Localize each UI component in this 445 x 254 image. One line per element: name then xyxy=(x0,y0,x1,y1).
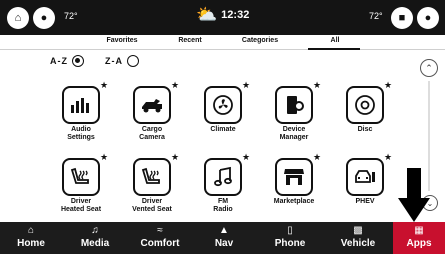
sort-az-label: A-Z xyxy=(50,56,68,66)
app-label: Cargo Camera xyxy=(139,126,165,141)
app-label: Audio Settings xyxy=(67,126,95,141)
nav-comfort[interactable]: ≈ Comfort xyxy=(128,222,192,254)
favorite-star-icon[interactable]: ★ xyxy=(313,80,321,91)
nav-apps[interactable]: ▦ Apps xyxy=(393,222,445,254)
sort-za-label: Z-A xyxy=(105,56,123,66)
nav-label: Apps xyxy=(406,238,432,249)
phone-icon: ▯ xyxy=(287,225,293,236)
app-label: Driver Heated Seat xyxy=(60,198,102,213)
favorite-star-icon[interactable]: ★ xyxy=(100,80,108,91)
apps-grid-icon: ▦ xyxy=(414,225,424,236)
music-note-icon xyxy=(204,158,242,196)
nav-label: Home xyxy=(17,238,45,249)
nav-label: Phone xyxy=(274,238,306,249)
tab-favorites[interactable]: Favorites xyxy=(97,37,147,44)
app-label: Device Manager xyxy=(279,126,309,141)
right-temperature[interactable]: 72° xyxy=(369,11,383,21)
home-icon[interactable]: ⌂ xyxy=(7,7,29,29)
app-label: Marketplace xyxy=(273,198,315,205)
device-manager-icon xyxy=(275,86,313,124)
app-label: PHEV xyxy=(355,198,375,205)
nav-label: Nav xyxy=(214,238,234,249)
nav-label: Vehicle xyxy=(340,238,376,249)
tab-categories[interactable]: Categories xyxy=(235,37,285,44)
nav-nav[interactable]: ▲ Nav xyxy=(194,222,254,254)
clock: ⛅ 12:32 xyxy=(196,6,249,23)
storefront-icon xyxy=(275,158,313,196)
tab-all[interactable]: All xyxy=(320,37,350,44)
sort-az-option[interactable]: A-Z xyxy=(50,55,84,67)
left-temperature[interactable]: 72° xyxy=(64,11,78,21)
camera-icon[interactable]: ■ xyxy=(391,7,413,29)
apps-panel: Favorites Recent Categories All A-Z Z-A … xyxy=(0,35,445,222)
app-label: Driver Vented Seat xyxy=(132,198,172,213)
sort-az-radio[interactable] xyxy=(72,55,84,67)
fan-icon xyxy=(204,86,242,124)
favorite-star-icon[interactable]: ★ xyxy=(313,152,321,163)
disc-icon xyxy=(346,86,384,124)
vehicle-icon: ▩ xyxy=(353,225,363,236)
sort-za-option[interactable]: Z-A xyxy=(105,55,139,67)
nav-vehicle[interactable]: ▩ Vehicle xyxy=(326,222,390,254)
nav-phone[interactable]: ▯ Phone xyxy=(260,222,320,254)
active-tab-indicator xyxy=(308,48,360,50)
music-note-icon: ♫ xyxy=(91,225,99,236)
app-label: Climate xyxy=(210,126,236,133)
favorite-star-icon[interactable]: ★ xyxy=(100,152,108,163)
app-label: Disc xyxy=(357,126,373,133)
phev-icon xyxy=(346,158,384,196)
nav-label: Comfort xyxy=(140,238,180,249)
favorite-star-icon[interactable]: ★ xyxy=(242,80,250,91)
equalizer-icon xyxy=(62,86,100,124)
passenger-seat-icon[interactable]: ● xyxy=(417,7,439,29)
clock-time: 12:32 xyxy=(221,8,250,21)
tab-bar: Favorites Recent Categories All xyxy=(0,35,445,50)
home-icon: ⌂ xyxy=(27,225,35,236)
favorite-star-icon[interactable]: ★ xyxy=(171,152,179,163)
partly-sunny-icon: ⛅ xyxy=(196,5,218,24)
nav-label: Media xyxy=(80,238,110,249)
favorite-star-icon[interactable]: ★ xyxy=(242,152,250,163)
favorite-star-icon[interactable]: ★ xyxy=(384,80,392,91)
bottom-nav: ⌂ Home ♫ Media ≈ Comfort ▲ Nav ▯ Phone ▩… xyxy=(0,222,445,254)
navigation-arrow-icon: ▲ xyxy=(219,225,229,236)
vented-seat-icon xyxy=(133,158,171,196)
cargo-camera-icon xyxy=(133,86,171,124)
nav-media[interactable]: ♫ Media xyxy=(64,222,126,254)
sort-za-radio[interactable] xyxy=(127,55,139,67)
app-label: FM Radio xyxy=(213,198,233,213)
favorite-star-icon[interactable]: ★ xyxy=(171,80,179,91)
driver-seat-icon[interactable]: ● xyxy=(33,7,55,29)
scroll-up-button[interactable]: ⌃ xyxy=(420,59,438,77)
status-bar: ⌂ ● 72° ⛅ 12:32 72° ■ ● xyxy=(0,0,445,35)
comfort-icon: ≈ xyxy=(157,225,163,236)
tab-recent[interactable]: Recent xyxy=(170,37,210,44)
nav-home[interactable]: ⌂ Home xyxy=(0,222,62,254)
heated-seat-icon xyxy=(62,158,100,196)
favorite-star-icon[interactable]: ★ xyxy=(384,152,392,163)
down-arrow-icon xyxy=(398,168,430,222)
